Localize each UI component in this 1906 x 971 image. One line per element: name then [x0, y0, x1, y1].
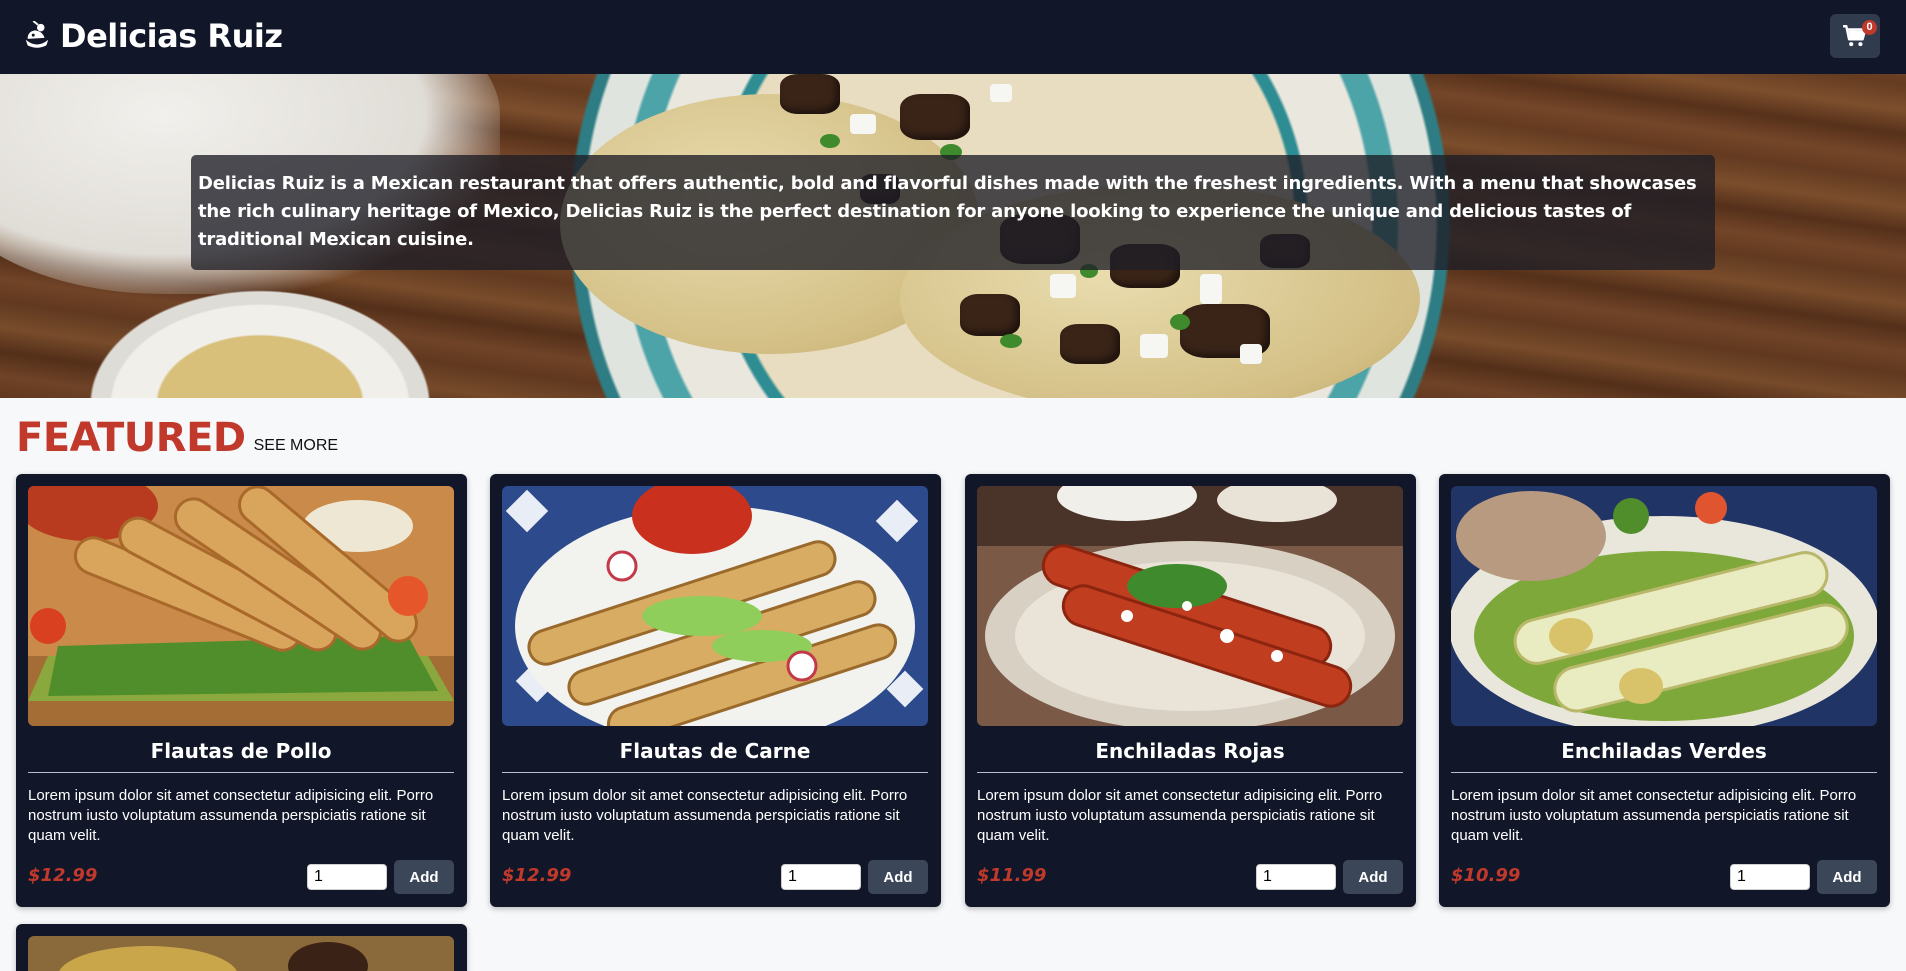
top-navbar: Delicias Ruiz 0 — [0, 0, 1906, 74]
add-to-cart-button[interactable]: Add — [1343, 860, 1403, 894]
product-description: Lorem ipsum dolor sit amet consectetur a… — [977, 787, 1383, 844]
divider — [502, 772, 928, 773]
product-name: Flautas de Carne — [619, 739, 811, 763]
brand-name: Delicias Ruiz — [60, 17, 283, 55]
add-to-cart-button[interactable]: Add — [394, 860, 454, 894]
divider — [1451, 772, 1877, 773]
hero-banner: Delicias Ruiz is a Mexican restaurant th… — [0, 74, 1906, 398]
product-name: Flautas de Pollo — [150, 739, 332, 763]
product-price: $12.99 — [28, 865, 98, 886]
section-title: FEATURED — [16, 415, 246, 461]
featured-heading: FEATURED SEE MORE — [16, 414, 338, 462]
hero-caption-text: Delicias Ruiz is a Mexican restaurant th… — [198, 173, 1697, 250]
product-name: Enchiladas Verdes — [1561, 739, 1767, 763]
divider — [977, 772, 1403, 773]
product-description: Lorem ipsum dolor sit amet consectetur a… — [502, 787, 908, 844]
chef-logo-icon — [25, 21, 49, 48]
quantity-input[interactable] — [781, 864, 861, 890]
product-card: Flautas de Carne Lorem ipsum dolor sit a… — [490, 474, 941, 907]
product-image — [28, 936, 454, 971]
hero-caption-box: Delicias Ruiz is a Mexican restaurant th… — [191, 155, 1715, 270]
add-to-cart-button[interactable]: Add — [868, 860, 928, 894]
product-description: Lorem ipsum dolor sit amet consectetur a… — [28, 787, 434, 844]
quantity-input[interactable] — [1256, 864, 1336, 890]
product-card: Enchiladas Verdes Lorem ipsum dolor sit … — [1439, 474, 1890, 907]
product-card — [16, 924, 467, 971]
product-price: $10.99 — [1451, 865, 1521, 886]
product-name: Enchiladas Rojas — [1095, 739, 1285, 763]
cart-count-badge: 0 — [1862, 20, 1877, 35]
product-image — [502, 486, 928, 726]
product-price: $12.99 — [502, 865, 572, 886]
add-to-cart-button[interactable]: Add — [1817, 860, 1877, 894]
product-card: Flautas de Pollo Lorem ipsum dolor sit a… — [16, 474, 467, 907]
product-image — [28, 486, 454, 726]
product-price: $11.99 — [977, 865, 1047, 886]
product-image — [1451, 486, 1877, 726]
quantity-input[interactable] — [1730, 864, 1810, 890]
cart-button[interactable]: 0 — [1830, 14, 1880, 58]
product-description: Lorem ipsum dolor sit amet consectetur a… — [1451, 787, 1857, 844]
quantity-input[interactable] — [307, 864, 387, 890]
brand-logo[interactable]: Delicias Ruiz — [22, 16, 283, 56]
product-card: Enchiladas Rojas Lorem ipsum dolor sit a… — [965, 474, 1416, 907]
divider — [28, 772, 454, 773]
product-image — [977, 486, 1403, 726]
see-more-link[interactable]: SEE MORE — [254, 436, 338, 456]
hero-bowl-image — [80, 284, 440, 398]
